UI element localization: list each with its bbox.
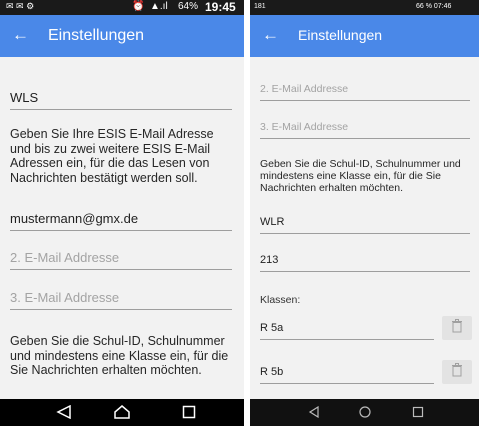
status-bar: ✉ ✉ ⚙ ⏰ ▲.ıl 64% 19:45: [0, 0, 244, 15]
school-info-text: Geben Sie die Schul-ID, Schulnummer und …: [260, 158, 461, 194]
nav-recents-icon[interactable]: [182, 405, 196, 424]
nav-home-icon[interactable]: [359, 405, 371, 423]
email-info-text: Geben Sie Ihre ESIS E-Mail Adresse und b…: [10, 127, 214, 185]
battery-level: 64%: [178, 1, 199, 12]
status-right-text: 66 % 07:46: [416, 3, 452, 10]
email-field-1[interactable]: mustermann@gmx.de: [10, 211, 232, 231]
name-field[interactable]: WLS: [10, 90, 232, 110]
nav-recents-icon[interactable]: [412, 405, 424, 423]
left-screen: ✉ ✉ ⚙ ⏰ ▲.ıl 64% 19:45 ← Einstellungen W…: [0, 0, 244, 426]
navigation-bar: [250, 399, 479, 426]
arrow-back-icon[interactable]: ←: [12, 25, 29, 45]
signal-icon: ▲.ıl: [150, 1, 168, 12]
email-field-3[interactable]: 3. E-Mail Addresse: [10, 290, 232, 310]
class-field[interactable]: R 5a: [260, 322, 434, 340]
navigation-bar: [0, 399, 244, 426]
class-field[interactable]: R 5b: [260, 366, 434, 384]
app-bar: ← Einstellungen: [0, 15, 244, 57]
classes-label: Klassen:: [260, 294, 301, 306]
clock: 19:45: [205, 0, 236, 14]
arrow-back-icon[interactable]: ←: [262, 25, 279, 45]
alarm-icon: ⏰: [132, 1, 145, 12]
page-title: Einstellungen: [298, 27, 383, 43]
email-field-2[interactable]: 2. E-Mail Addresse: [10, 250, 232, 270]
delete-class-button[interactable]: [442, 360, 472, 384]
delete-class-button[interactable]: [442, 316, 472, 340]
trash-icon: [451, 362, 463, 382]
nav-home-icon[interactable]: [114, 405, 130, 424]
trash-icon: [451, 318, 463, 338]
nav-back-icon[interactable]: [308, 405, 320, 423]
status-left-text: 181: [254, 3, 266, 10]
school-id-field[interactable]: WLR: [260, 216, 470, 234]
page-title: Einstellungen: [48, 27, 145, 44]
status-bar: 181 66 % 07:46: [250, 0, 479, 15]
school-number-field[interactable]: 213: [260, 254, 470, 272]
app-bar: ← Einstellungen: [250, 15, 479, 57]
email-field-2[interactable]: 2. E-Mail Addresse: [260, 83, 470, 101]
right-screen: 181 66 % 07:46 ← Einstellungen 2. E-Mail…: [250, 0, 479, 426]
email-field-3[interactable]: 3. E-Mail Addresse: [260, 121, 470, 139]
notification-icons: ✉ ✉ ⚙: [6, 1, 35, 11]
nav-back-icon[interactable]: [56, 404, 72, 424]
school-info-text: Geben Sie die Schul-ID, Schulnummer und …: [10, 334, 229, 377]
